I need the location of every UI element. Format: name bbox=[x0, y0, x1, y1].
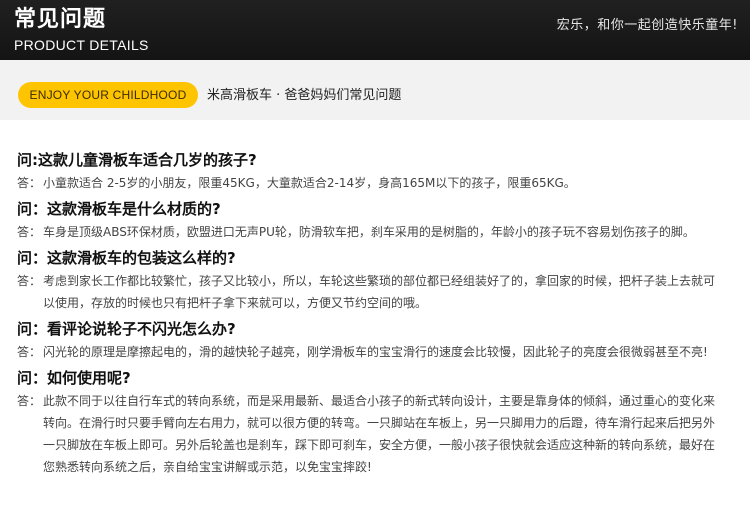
page-subtitle: PRODUCT DETAILS bbox=[14, 37, 149, 53]
faq-question: 问：这款滑板车是什么材质的? bbox=[17, 200, 221, 218]
faq-item: 问：这款滑板车的包装这么样的? 答： 考虑到家长工作都比较繁忙，孩子又比较小，所… bbox=[17, 246, 717, 314]
answer-label: 答： bbox=[17, 394, 42, 408]
faq-item: 问：如何使用呢? 答： 此款不同于以往自行车式的转向系统，而是采用最新、最适合小… bbox=[17, 366, 717, 478]
answer-text: 小童款适合 2-5岁的小朋友，限重45KG，大童款适合2-14岁，身高165M以… bbox=[43, 176, 576, 190]
answer-label: 答： bbox=[17, 176, 42, 190]
faq-answer: 答： 考虑到家长工作都比较繁忙，孩子又比较小，所以，车轮这些繁琐的部位都已经组装… bbox=[17, 270, 717, 314]
faq-question: 问：如何使用呢? bbox=[17, 369, 131, 387]
enjoy-badge: ENJOY YOUR CHILDHOOD bbox=[18, 82, 198, 108]
intro-text: 米高滑板车 · 爸爸妈妈们常见问题 bbox=[207, 88, 402, 103]
faq-item: 问：这款滑板车是什么材质的? 答： 车身是顶级ABS环保材质，欧盟进口无声PU轮… bbox=[17, 197, 717, 243]
faq-question: 问:这款儿童滑板车适合几岁的孩子? bbox=[17, 151, 257, 169]
intro-bar: ENJOY YOUR CHILDHOOD 米高滑板车 · 爸爸妈妈们常见问题 bbox=[0, 60, 750, 120]
header-slogan: 宏乐，和你一起创造快乐童年! bbox=[556, 18, 738, 33]
faq-answer: 答： 车身是顶级ABS环保材质，欧盟进口无声PU轮，防滑软车把，刹车采用的是树脂… bbox=[17, 221, 717, 243]
faq-answer: 答： 闪光轮的原理是摩擦起电的，滑的越快轮子越亮，刚学滑板车的宝宝滑行的速度会比… bbox=[17, 341, 717, 363]
answer-text: 闪光轮的原理是摩擦起电的，滑的越快轮子越亮，刚学滑板车的宝宝滑行的速度会比较慢，… bbox=[43, 345, 708, 359]
faq-list: 问:这款儿童滑板车适合几岁的孩子? 答： 小童款适合 2-5岁的小朋友，限重45… bbox=[17, 148, 717, 481]
answer-label: 答： bbox=[17, 345, 42, 359]
faq-question: 问：这款滑板车的包装这么样的? bbox=[17, 249, 236, 267]
faq-answer: 答： 此款不同于以往自行车式的转向系统，而是采用最新、最适合小孩子的新式转向设计… bbox=[17, 390, 717, 478]
answer-label: 答： bbox=[17, 274, 42, 288]
answer-label: 答： bbox=[17, 225, 42, 239]
answer-text: 考虑到家长工作都比较繁忙，孩子又比较小，所以，车轮这些繁琐的部位都已经组装好了的… bbox=[43, 274, 716, 310]
faq-item: 问：看评论说轮子不闪光怎么办? 答： 闪光轮的原理是摩擦起电的，滑的越快轮子越亮… bbox=[17, 317, 717, 363]
faq-item: 问:这款儿童滑板车适合几岁的孩子? 答： 小童款适合 2-5岁的小朋友，限重45… bbox=[17, 148, 717, 194]
page-title: 常见问题 bbox=[14, 7, 107, 32]
answer-text: 此款不同于以往自行车式的转向系统，而是采用最新、最适合小孩子的新式转向设计，主要… bbox=[43, 394, 716, 474]
answer-text: 车身是顶级ABS环保材质，欧盟进口无声PU轮，防滑软车把，刹车采用的是树脂的，年… bbox=[43, 225, 695, 239]
faq-answer: 答： 小童款适合 2-5岁的小朋友，限重45KG，大童款适合2-14岁，身高16… bbox=[17, 172, 717, 194]
header-banner: 常见问题 PRODUCT DETAILS 宏乐，和你一起创造快乐童年! bbox=[0, 0, 750, 60]
faq-question: 问：看评论说轮子不闪光怎么办? bbox=[17, 320, 236, 338]
